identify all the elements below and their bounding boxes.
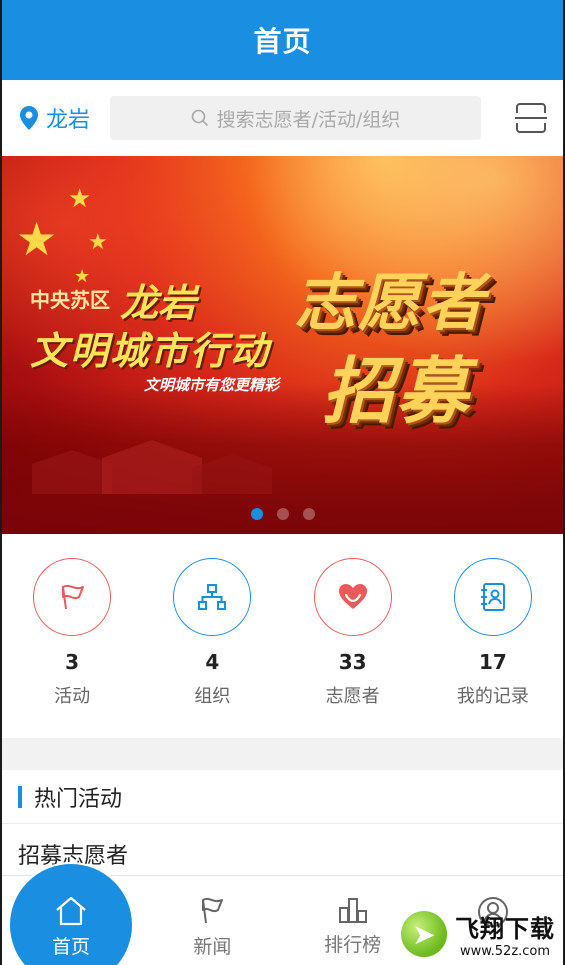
banner-slogan: 文明城市有您更精彩 [144,376,280,394]
tab-news[interactable]: 新闻 [142,876,282,965]
watermark: ➤ 飞翔下载 www.52z.com [401,909,555,959]
stat-icon-circle [313,558,392,636]
carousel-dot[interactable] [276,508,289,520]
stat-number: 3 [65,650,80,674]
scan-button[interactable] [515,103,547,133]
banner-carousel[interactable]: ★ ★ ★ ★ 中央苏区 龙岩 文明城市行动 文明城市有您更精彩 志愿者 招募 [2,156,563,534]
star-icon: ★ [88,230,108,255]
watermark-title: 飞翔下载 [455,915,555,943]
banner-main-title: 文明城市行动 [30,329,271,373]
stats-row: 3 活动 4 组织 33 志愿者 17 我的记录 [2,534,563,738]
search-row: 龙岩 搜索志愿者/活动/组织 [2,80,563,156]
watermark-url: www.52z.com [459,944,551,959]
tab-home[interactable]: 首页 [2,862,142,965]
stat-icon-circle [173,558,252,636]
title-bar: 首页 [2,0,563,80]
search-placeholder: 搜索志愿者/活动/组织 [216,108,401,131]
heart-icon [338,584,367,609]
carousel-dot[interactable] [302,508,315,520]
watermark-logo-icon: ➤ [401,911,447,957]
home-icon [56,896,86,926]
watermark-text: 飞翔下载 www.52z.com [455,909,555,959]
stat-label: 志愿者 [325,686,380,707]
flag-icon [62,584,85,610]
hot-activities-header: 热门活动 [2,770,563,824]
banner-big-line2: 招募 [322,349,471,433]
org-chart-icon [198,584,227,610]
banner-big-line1: 志愿者 [294,266,487,339]
app-root: 首页 龙岩 搜索志愿者/活动/组织 ★ ★ ★ ★ 中央苏区 龙岩 文明城市行动… [0,0,565,965]
star-icon: ★ [68,184,92,214]
page-title: 首页 [253,25,312,58]
section-title: 热门活动 [34,786,123,812]
stat-activities[interactable]: 3 活动 [7,558,137,708]
location-selector[interactable]: 龙岩 [20,102,110,134]
stat-label: 组织 [194,686,231,707]
building-silhouette [32,440,272,494]
carousel-dots [2,508,563,520]
stat-number: 17 [478,650,507,674]
stat-icon-circle [453,558,532,636]
tab-label: 排行榜 [324,934,382,956]
stat-icon-circle [33,558,112,636]
search-input[interactable]: 搜索志愿者/活动/组织 [110,96,481,140]
podium-icon [338,898,367,923]
scan-icon [515,103,547,133]
star-icon: ★ [16,212,58,266]
stat-organizations[interactable]: 4 组织 [147,558,277,708]
section-gap [2,738,563,770]
record-icon [480,583,505,611]
stat-my-records[interactable]: 17 我的记录 [428,558,558,708]
search-icon [191,109,208,127]
location-pin-icon [20,106,38,130]
carousel-dot[interactable] [250,508,263,520]
stat-label: 活动 [54,686,91,707]
flag-icon [202,897,224,924]
tab-label: 首页 [51,936,90,958]
tab-label: 新闻 [193,936,232,958]
stat-number: 4 [205,650,220,674]
section-accent-bar [18,785,22,808]
stat-label: 我的记录 [456,686,529,707]
stat-volunteers[interactable]: 33 志愿者 [288,558,418,708]
banner-subtitle: 中央苏区 [30,288,110,312]
tab-home-bubble[interactable]: 首页 [8,862,134,965]
stat-number: 33 [338,650,367,674]
location-city: 龙岩 [46,108,91,133]
banner-city: 龙岩 [120,281,197,325]
